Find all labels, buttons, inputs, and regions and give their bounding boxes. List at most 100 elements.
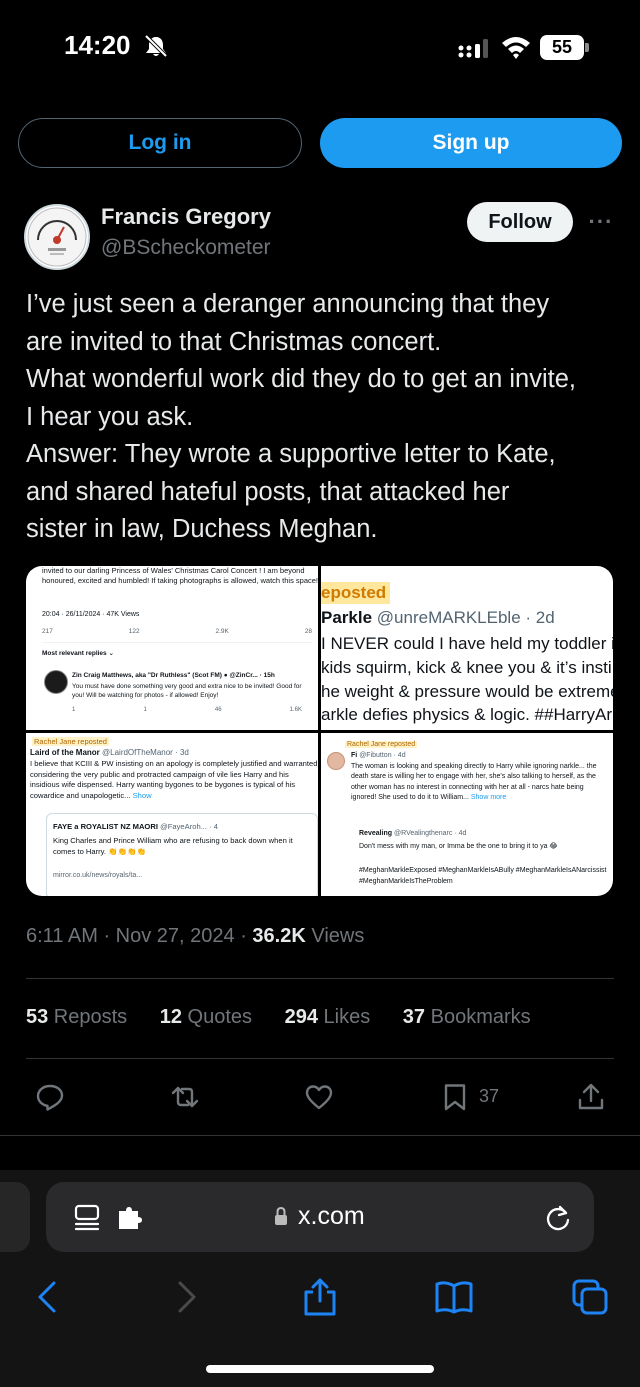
screenshot-author: Laird of the Manor @LairdOfTheManor · 3d bbox=[30, 748, 189, 757]
media-image-3[interactable]: Rachel Jane reposted Laird of the Manor … bbox=[26, 733, 318, 896]
tweet-line: sister in law, Duchess Meghan. bbox=[26, 515, 378, 543]
screenshot-quote-link: mirror.co.uk/news/royals/ta... bbox=[53, 872, 143, 879]
screenshot-post-body: I believe that KCIII & PW insisting on a… bbox=[30, 759, 318, 800]
screenshot-quote-author-name: FAYE a ROYALIST NZ MAORI bbox=[53, 822, 158, 831]
screenshot-replies-count: 217 bbox=[42, 628, 53, 635]
screenshot-show-more: Show more bbox=[470, 793, 507, 801]
screenshot-show-more: Show bbox=[132, 790, 152, 800]
signup-button[interactable]: Sign up bbox=[320, 118, 622, 168]
stat-quotes[interactable]: 12 Quotes bbox=[160, 1006, 252, 1028]
status-bar: 14:20 55 bbox=[0, 0, 640, 96]
stat-label: Quotes bbox=[182, 1006, 253, 1028]
reply-icon[interactable] bbox=[35, 1082, 65, 1112]
screenshot-author: Fi @Fibutton · 4d bbox=[351, 752, 406, 759]
screenshot-reply-likes: 46 bbox=[214, 707, 222, 713]
tweet-line: What wonderful work did they do to get a… bbox=[26, 365, 576, 393]
media-image-2[interactable]: eposted Parkle @unreMARKLEble · 2d I NEV… bbox=[321, 566, 613, 730]
screenshot-hashtags: #MeghanMarkleExposed #MeghanMarkleIsABul… bbox=[359, 867, 607, 885]
screenshot-reply-views: 1.6K bbox=[289, 707, 302, 713]
screenshot-reply-name: Zin Craig Matthews, aka "Dr Ruthless" (S… bbox=[72, 672, 275, 679]
extension-icon[interactable] bbox=[116, 1205, 142, 1231]
reader-icon[interactable] bbox=[72, 1203, 102, 1233]
screenshot-post-text: The woman is looking and speaking direct… bbox=[351, 762, 607, 803]
like-icon[interactable] bbox=[304, 1082, 334, 1112]
stat-bookmarks[interactable]: 37 Bookmarks bbox=[403, 1006, 531, 1028]
repost-icon[interactable] bbox=[170, 1082, 200, 1112]
author-avatar[interactable] bbox=[24, 204, 90, 270]
screenshot-quote-author: Revealing @RVealingthenarc · 4d bbox=[359, 830, 466, 837]
forward-icon[interactable] bbox=[166, 1277, 206, 1317]
status-time: 14:20 bbox=[64, 30, 131, 60]
screenshot-divider bbox=[42, 642, 312, 643]
stat-value: 37 bbox=[402, 1006, 426, 1028]
screenshot-quote-author: FAYE a ROYALIST NZ MAORI @FayeAroh... · … bbox=[53, 822, 218, 831]
stat-likes[interactable]: 294 Likes bbox=[285, 1006, 371, 1028]
divider bbox=[0, 1135, 640, 1136]
browser-toolbar: x.com bbox=[0, 1170, 640, 1387]
screenshot-quote-author-handle: @FayeAroh... · 4 bbox=[160, 822, 218, 831]
screenshot-author: Parkle @unreMARKLEble · 2d bbox=[321, 608, 555, 628]
tweet-line: I’ve just seen a deranger announcing tha… bbox=[26, 290, 550, 318]
screenshot-bookmarks-count: 28 bbox=[304, 628, 312, 635]
share-sheet-icon[interactable] bbox=[300, 1277, 340, 1317]
home-indicator[interactable] bbox=[206, 1365, 434, 1373]
screenshot-repost-badge: eposted bbox=[321, 582, 391, 604]
media-image-1[interactable]: invited to our darling Princess of Wales… bbox=[26, 566, 318, 730]
stat-reposts[interactable]: 53 Reposts bbox=[26, 1006, 127, 1028]
wifi-icon bbox=[502, 37, 530, 59]
stat-label: Bookmarks bbox=[425, 1006, 531, 1028]
tweet-timestamp[interactable]: 6:11 AM · Nov 27, 2024 · bbox=[26, 925, 252, 947]
media-grid: invited to our darling Princess of Wales… bbox=[26, 566, 613, 896]
screenshot-repost-badge: Rachel Jane reposted bbox=[32, 737, 109, 746]
follow-button[interactable]: Follow bbox=[467, 202, 573, 242]
screenshot-reply-text: You must have done something very good a… bbox=[72, 683, 302, 699]
reload-icon[interactable] bbox=[544, 1204, 572, 1232]
screenshot-post-text: I believe that KCIII & PW insisting on a… bbox=[30, 759, 318, 801]
battery-level: 55 bbox=[540, 35, 584, 60]
battery-indicator: 55 bbox=[540, 35, 590, 60]
signal-icon bbox=[458, 39, 488, 58]
screenshot-replies-label: Most relevant replies ⌄ bbox=[42, 650, 114, 657]
screenshot-author-handle: @Fibutton · 4d bbox=[359, 752, 406, 759]
tweet-line: I hear you ask. bbox=[26, 402, 194, 431]
auth-buttons: Log in Sign up bbox=[18, 118, 622, 168]
tweet-text: I’ve just seen a deranger announcing tha… bbox=[26, 286, 626, 549]
divider bbox=[26, 978, 614, 979]
stat-label: Reposts bbox=[48, 1006, 128, 1028]
author-handle[interactable]: @BScheckometer bbox=[101, 236, 271, 260]
bookmarks-book-icon[interactable] bbox=[434, 1277, 474, 1317]
screenshot-quote-author-name: Revealing bbox=[359, 830, 393, 837]
screenshot-quote-author-handle: @RVealingthenarc · 4d bbox=[394, 830, 467, 837]
bell-slash-icon bbox=[144, 34, 168, 58]
tweet-action-bar: 37 bbox=[0, 1076, 640, 1120]
battery-cap bbox=[585, 43, 589, 52]
screenshot-post-line: arkle defies physics & logic. ##HarryAr bbox=[321, 705, 613, 725]
tweet-line: Answer: They wrote a supportive letter t… bbox=[26, 440, 556, 468]
screenshot-reposts-count: 122 bbox=[128, 628, 140, 635]
more-icon[interactable]: ··· bbox=[586, 208, 616, 236]
author-name[interactable]: Francis Gregory bbox=[101, 204, 271, 230]
url-text[interactable]: x.com bbox=[298, 1202, 365, 1231]
stat-label: Likes bbox=[317, 1006, 371, 1028]
screenshot-post-line: kids squirm, kick & knee you & it’s inst… bbox=[321, 657, 612, 677]
media-image-4[interactable]: Rachel Jane reposted Fi @Fibutton · 4d T… bbox=[321, 733, 613, 896]
login-button[interactable]: Log in bbox=[18, 118, 302, 168]
bookmark-count: 37 bbox=[479, 1086, 500, 1106]
share-icon[interactable] bbox=[576, 1082, 606, 1112]
screenshot-reply-replies: 1 bbox=[72, 707, 76, 713]
screenshot-quote-text: King Charles and Prince William who are … bbox=[53, 836, 293, 856]
previous-tab-peek[interactable] bbox=[0, 1182, 30, 1252]
engagement-stats: 53 Reposts 12 Quotes 294 Likes 37 Bookma… bbox=[26, 1006, 558, 1029]
tabs-icon[interactable] bbox=[570, 1277, 610, 1317]
screenshot-repost-badge: Rachel Jane reposted bbox=[345, 741, 418, 748]
view-label: Views bbox=[305, 925, 365, 947]
screenshot-likes-count: 2.9K bbox=[215, 628, 229, 635]
screenshot-meta: 20:04 · 26/11/2024 · 47K Views bbox=[42, 611, 140, 618]
screenshot-author-name: Fi bbox=[351, 752, 358, 759]
screenshot-author-name: Laird of the Manor bbox=[30, 748, 100, 757]
bookmark-icon[interactable] bbox=[440, 1082, 470, 1112]
screenshot-quote-text: invited to our darling Princess of Wales… bbox=[42, 566, 318, 585]
lock-icon bbox=[275, 1206, 287, 1225]
address-bar[interactable]: x.com bbox=[46, 1182, 594, 1252]
back-icon[interactable] bbox=[28, 1277, 68, 1317]
